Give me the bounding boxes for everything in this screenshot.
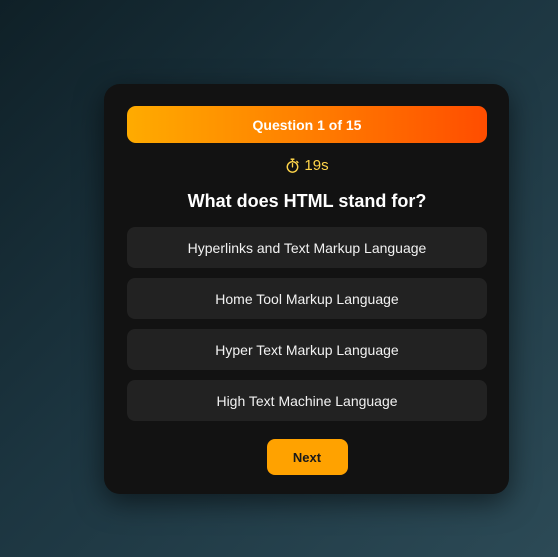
answer-option-1[interactable]: Hyperlinks and Text Markup Language [127,227,487,268]
countdown-timer: 19s [127,155,487,175]
answer-option-2[interactable]: Home Tool Markup Language [127,278,487,319]
answer-option-3[interactable]: Hyper Text Markup Language [127,329,487,370]
quiz-card: Question 1 of 15 19s What does HTML stan… [104,84,509,494]
answer-options: Hyperlinks and Text Markup Language Home… [127,227,487,421]
question-progress-label: Question 1 of 15 [252,116,362,133]
timer-value: 19s [304,156,329,174]
question-text: What does HTML stand for? [187,191,427,211]
answer-option-4[interactable]: High Text Machine Language [127,380,487,421]
next-button[interactable]: Next [266,439,348,475]
next-button-container: Next [127,439,487,475]
question-progress-banner: Question 1 of 15 [127,106,487,143]
stopwatch-icon [285,157,300,173]
